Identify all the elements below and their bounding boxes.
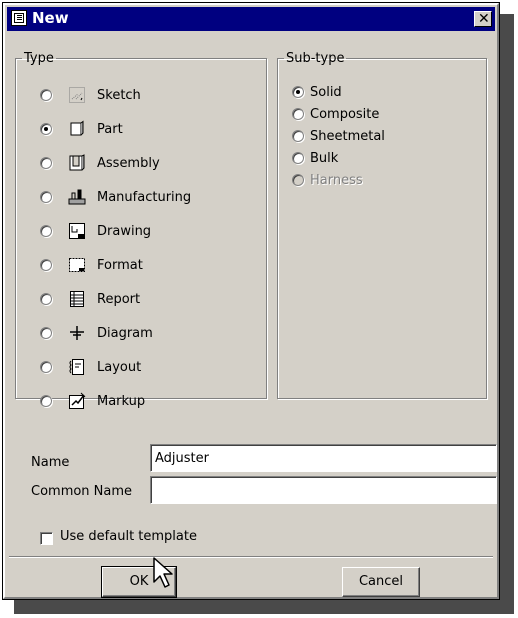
type-label-manufacturing: Manufacturing <box>97 189 192 205</box>
new-document-icon <box>11 10 27 26</box>
type-option-format[interactable]: Format <box>40 254 143 276</box>
common-name-label: Common Name <box>31 484 133 499</box>
type-option-markup[interactable]: Markup <box>40 390 145 412</box>
subtype-option-bulk[interactable]: Bulk <box>292 147 338 169</box>
type-option-diagram[interactable]: Diagram <box>40 322 153 344</box>
type-radio-part[interactable] <box>40 123 52 135</box>
type-option-drawing[interactable]: Drawing <box>40 220 151 242</box>
type-option-manufacturing[interactable]: Manufacturing <box>40 186 191 208</box>
type-label-part: Part <box>97 121 123 137</box>
name-label: Name <box>31 455 70 470</box>
subtype-option-solid[interactable]: Solid <box>292 81 342 103</box>
subtype-option-sheetmetal[interactable]: Sheetmetal <box>292 125 385 147</box>
manufacturing-icon <box>68 188 86 206</box>
diagram-icon <box>68 324 86 342</box>
subtype-radio-solid[interactable] <box>292 86 304 98</box>
type-option-part[interactable]: Part <box>40 118 123 140</box>
new-dialog: New ✕ Type Sketch Part Assembly Manufact… <box>2 2 500 600</box>
type-option-sketch[interactable]: Sketch <box>40 84 141 106</box>
markup-icon <box>68 392 86 410</box>
subtype-label-harness: Harness <box>310 172 363 188</box>
sketch-icon <box>68 86 86 104</box>
type-label-layout: Layout <box>97 359 142 375</box>
subtype-radio-sheetmetal[interactable] <box>292 130 304 142</box>
subtype-radio-composite[interactable] <box>292 108 304 120</box>
report-icon <box>68 290 86 308</box>
type-option-layout[interactable]: Layout <box>40 356 141 378</box>
subtype-group-legend: Sub-type <box>286 51 345 66</box>
name-input[interactable] <box>150 444 497 472</box>
type-label-diagram: Diagram <box>97 325 153 341</box>
subtype-label-bulk: Bulk <box>310 150 339 166</box>
type-radio-layout[interactable] <box>40 361 52 373</box>
dialog-title: New <box>32 9 69 27</box>
type-radio-report[interactable] <box>40 293 52 305</box>
assembly-icon <box>68 154 86 172</box>
type-group-legend: Type <box>24 51 54 66</box>
type-option-report[interactable]: Report <box>40 288 140 310</box>
type-radio-markup[interactable] <box>40 395 52 407</box>
type-option-assembly[interactable]: Assembly <box>40 152 160 174</box>
type-radio-assembly[interactable] <box>40 157 52 169</box>
subtype-option-harness: Harness <box>292 169 363 191</box>
subtype-radio-bulk[interactable] <box>292 152 304 164</box>
type-label-drawing: Drawing <box>97 223 152 239</box>
type-label-markup: Markup <box>97 393 146 409</box>
part-icon <box>68 120 86 138</box>
close-icon: ✕ <box>478 11 490 27</box>
default-template-checkbox[interactable] <box>40 532 53 545</box>
subtype-option-composite[interactable]: Composite <box>292 103 379 125</box>
close-button[interactable]: ✕ <box>474 11 492 27</box>
type-radio-sketch[interactable] <box>40 89 52 101</box>
title-bar[interactable]: New ✕ <box>7 7 495 31</box>
type-label-assembly: Assembly <box>97 155 160 171</box>
common-name-input[interactable] <box>150 476 497 504</box>
type-label-format: Format <box>97 257 143 273</box>
default-template-label: Use default template <box>60 529 197 544</box>
subtype-radio-harness <box>292 174 304 186</box>
type-radio-diagram[interactable] <box>40 327 52 339</box>
type-radio-format[interactable] <box>40 259 52 271</box>
subtype-label-composite: Composite <box>310 106 380 122</box>
type-label-sketch: Sketch <box>97 87 141 103</box>
type-label-report: Report <box>97 291 141 307</box>
type-radio-manufacturing[interactable] <box>40 191 52 203</box>
drawing-icon <box>68 222 86 240</box>
mouse-cursor-icon <box>153 557 173 588</box>
subtype-label-sheetmetal: Sheetmetal <box>310 128 385 144</box>
format-icon <box>68 256 86 274</box>
type-radio-drawing[interactable] <box>40 225 52 237</box>
cancel-button[interactable]: Cancel <box>342 567 420 597</box>
button-divider <box>9 556 493 558</box>
layout-icon <box>68 358 86 376</box>
subtype-label-solid: Solid <box>310 84 342 100</box>
